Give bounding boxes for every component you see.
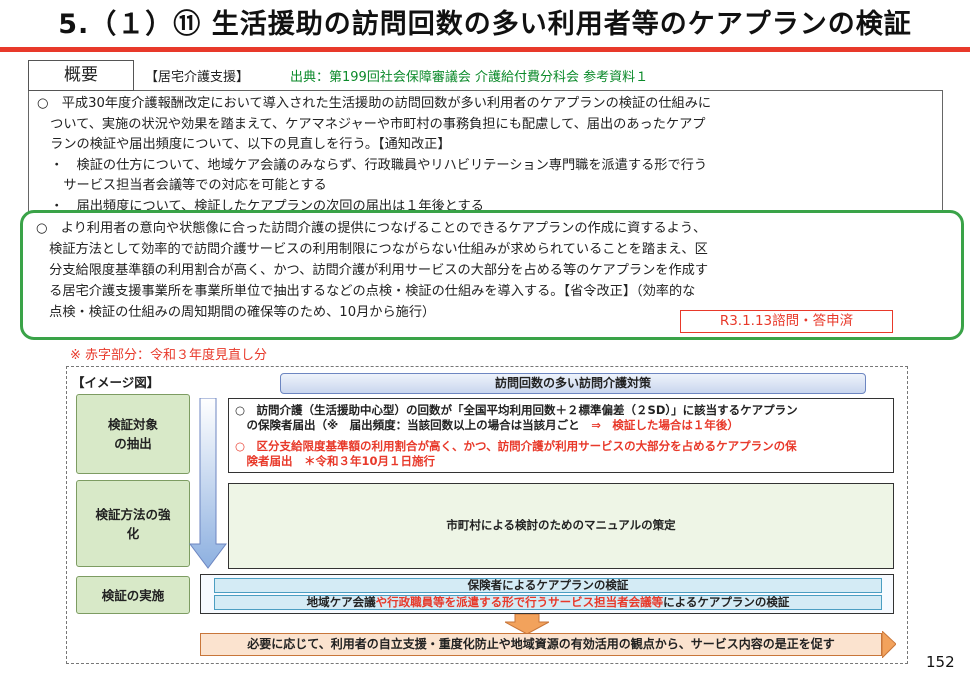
chevron-right-icon bbox=[882, 631, 896, 658]
highlight-line: 検証方法として効率的で訪問介護サービスの利用制限につながらない仕組みが求められて… bbox=[36, 242, 708, 257]
page-number: 152 bbox=[926, 653, 955, 671]
overview-line: ランの検証や届出頻度について、以下の見直しを行う。【通知改正】 bbox=[37, 137, 451, 152]
overview-line: ついて、実施の状況や効果を踏まえて、ケアマネジャーや市町村の事務負担にも配慮して… bbox=[37, 117, 706, 132]
highlight-line: る居宅介護支援事業所を事業所単位で抽出するなどの点検・検証の仕組みを導入する。【… bbox=[36, 284, 696, 299]
service-tag: 【居宅介護支援】 bbox=[145, 70, 250, 85]
image-diagram-label: 【イメージ図】 bbox=[72, 375, 160, 390]
criteria-line: ○ 訪問介護（生活援助中心型）の回数が「全国平均利用回数＋２標準偏差（２SD）」… bbox=[235, 403, 798, 417]
outcome-bar: 必要に応じて、利用者の自立支援・重度化防止や地域資源の有効活用の観点から、サービ… bbox=[200, 633, 882, 656]
overview-line: ○ 平成30年度介護報酬改定において導入された生活援助の訪問回数が多い利用者のケ… bbox=[37, 96, 712, 111]
overview-line: サービス担当者会議等での対応を可能とする bbox=[37, 178, 327, 193]
revision-status-badge: R3.1.13諮問・答申済 bbox=[680, 310, 893, 333]
source-citation: 出典：第199回社会保障審議会 介護給付費分科会 参考資料１ bbox=[290, 70, 649, 85]
overview-tab: 概要 bbox=[28, 60, 134, 91]
method-panel: 市町村による検討のためのマニュアルの策定 bbox=[228, 483, 894, 569]
stage-implementation: 検証の実施 bbox=[76, 576, 190, 614]
highlight-line: 分支給限度基準額の利用割合が高く、かつ、訪問介護が利用サービスの大部分を占める等… bbox=[36, 263, 709, 278]
stage-method: 検証方法の強 化 bbox=[76, 480, 190, 567]
extraction-panel: ○ 訪問介護（生活援助中心型）の回数が「全国平均利用回数＋２標準偏差（２SD）」… bbox=[228, 398, 894, 473]
measures-banner: 訪問回数の多い訪問介護対策 bbox=[280, 373, 866, 394]
down-arrow-icon bbox=[505, 614, 549, 634]
manual-text: 市町村による検討のためのマニュアルの策定 bbox=[446, 518, 676, 532]
overview-line: ・ 検証の仕方について、地域ケア会議のみならず、行政職員やリハビリテーション専門… bbox=[37, 158, 708, 173]
meeting-review-bar: 地域ケア会議や行政職員等を派遣する形で行うサービス担当者会議等によるケアプランの… bbox=[214, 595, 882, 610]
criteria-line: の保険者届出（※ 届出頻度：当該回数以上の場合は当該月ごと ⇒ 検証した場合は１… bbox=[235, 418, 739, 432]
criteria-line-new: ○ 区分支給限度基準額の利用割合が高く、かつ、訪問介護が利用サービスの大部分を占… bbox=[235, 439, 797, 453]
criteria-line-new: 険者届出 ＊令和３年10月１日施行 bbox=[235, 454, 436, 468]
red-text-note: ※ 赤字部分：令和３年度見直し分 bbox=[70, 348, 268, 363]
stage-extraction: 検証対象 の抽出 bbox=[76, 394, 190, 474]
highlight-line: 点検・検証の仕組みの周知期間の確保等のため、10月から施行） bbox=[36, 305, 436, 320]
title-underline bbox=[0, 47, 970, 52]
highlight-line: ○ より利用者の意向や状態像に合った訪問介護の提供につなげることのできるケアプラ… bbox=[36, 221, 707, 236]
page-title: 5.（１）⑪ 生活援助の訪問回数の多い利用者等のケアプランの検証 bbox=[58, 9, 912, 40]
insurer-review-bar: 保険者によるケアプランの検証 bbox=[214, 578, 882, 593]
flow-down-arrow-icon bbox=[189, 398, 227, 569]
